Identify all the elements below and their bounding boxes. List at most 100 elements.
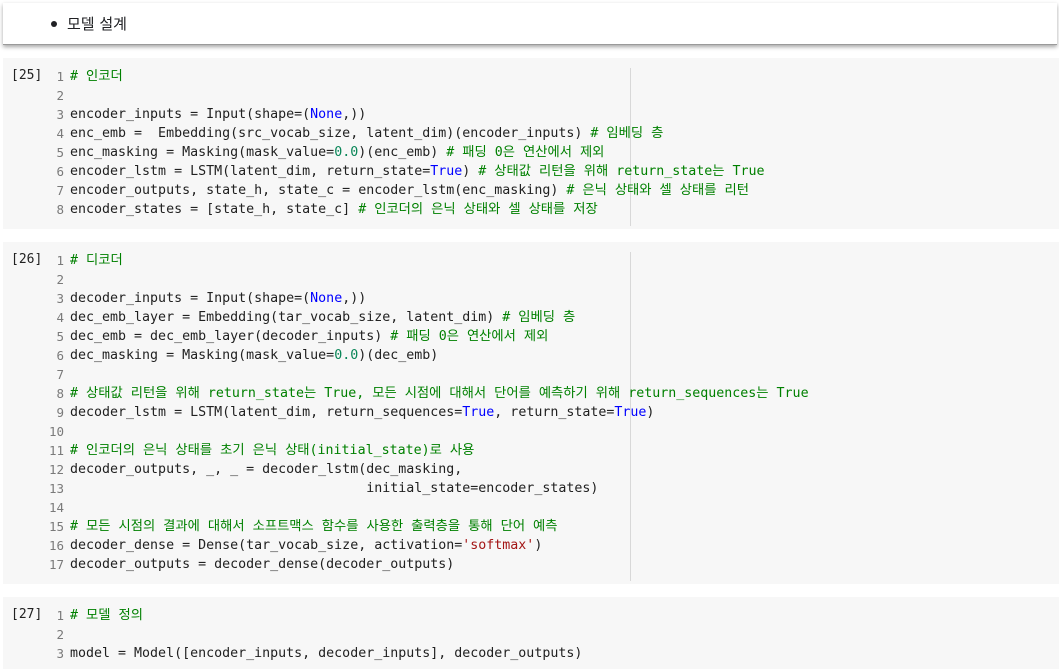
code-text: # 모델 정의: [70, 606, 143, 625]
line-number: 1: [56, 69, 64, 84]
code-token: 'softmax': [462, 538, 535, 553]
line-number: 12: [48, 462, 64, 477]
code-text: # 모든 시점의 결과에 대해서 소프트맥스 함수를 사용한 출력층을 통해 단…: [70, 517, 558, 536]
code-text: # 인코더의 은닉 상태를 초기 은닉 상태(initial_state)로 사…: [70, 441, 474, 460]
code-text: encoder_lstm = LSTM(latent_dim, return_s…: [70, 162, 765, 181]
line-number: 10: [48, 424, 64, 439]
code-comment: # 인코더: [70, 69, 123, 84]
code-comment: # 패딩 0은 연산에서 제외: [390, 329, 549, 344]
code-token: decoder_inputs = Input(shape=(: [70, 291, 311, 306]
code-text: dec_emb = dec_emb_layer(decoder_inputs) …: [70, 327, 548, 346]
line-number: 3: [56, 107, 64, 122]
line-number: 2: [56, 88, 64, 103]
code-token: decoder_dense = Dense(tar_vocab_size, ac…: [70, 538, 463, 553]
code-token: 0.0: [334, 348, 359, 363]
line-number: 6: [56, 164, 64, 179]
line-number: 8: [56, 386, 64, 401]
code-comment: # 모델 정의: [70, 608, 143, 623]
line-number: 7: [56, 183, 64, 198]
code-token: encoder_inputs = Input(shape=(: [70, 107, 311, 122]
code-token: enc_emb = Embedding(src_vocab_size, late…: [70, 126, 591, 141]
line-number: 11: [48, 443, 64, 458]
code-comment: # 상태값 리턴을 위해 return_state는 True: [478, 164, 765, 179]
code-text: decoder_lstm = LSTM(latent_dim, return_s…: [70, 403, 654, 422]
code-token: decoder_outputs, _, _ = decoder_lstm(dec…: [70, 462, 463, 477]
ruler-line: [630, 68, 631, 226]
code-cell-26[interactable]: [26] 1 # 디코더 2 3 decoder_inputs = Input(shap…: [3, 242, 1059, 584]
code-comment: # 모든 시점의 결과에 대해서 소프트맥스 함수를 사용한 출력층을 통해 단…: [70, 519, 558, 534]
code-token: True: [430, 164, 463, 179]
markdown-cell[interactable]: 모델 설계: [3, 3, 1057, 45]
code-token: decoder_lstm = LSTM(latent_dim, return_s…: [70, 405, 463, 420]
code-comment: # 은닉 상태와 셀 상태를 리턴: [566, 183, 749, 198]
code-text: # 인코더: [70, 67, 123, 86]
code-text: encoder_inputs = Input(shape=(None,)): [70, 105, 366, 124]
code-text: # 상태값 리턴을 위해 return_state는 True, 모든 시점에 …: [70, 384, 809, 403]
code-text: initial_state=encoder_states): [70, 479, 598, 498]
code-text: decoder_outputs = decoder_dense(decoder_…: [70, 555, 454, 574]
line-number: 8: [56, 202, 64, 217]
code-token: )(enc_emb): [358, 145, 447, 160]
code-text: encoder_states = [state_h, state_c] # 인코…: [70, 200, 598, 219]
code-token: ): [646, 405, 655, 420]
code-text: decoder_outputs, _, _ = decoder_lstm(dec…: [70, 460, 462, 479]
code-token: ,)): [342, 291, 367, 306]
code-comment: # 임베딩 층: [502, 310, 576, 325]
code-text: model = Model([encoder_inputs, decoder_i…: [70, 644, 582, 663]
code-token: dec_emb_layer = Embedding(tar_vocab_size…: [70, 310, 503, 325]
code-token: )(dec_emb): [358, 348, 439, 363]
line-number: 5: [56, 145, 64, 160]
code-token: None: [310, 291, 343, 306]
line-number: 3: [56, 291, 64, 306]
line-number: 17: [48, 557, 64, 572]
code-text: decoder_inputs = Input(shape=(None,)): [70, 289, 366, 308]
line-number: 2: [56, 272, 64, 287]
line-number: 9: [56, 405, 64, 420]
code-token: encoder_states = [state_h, state_c]: [70, 202, 359, 217]
code-cell-27[interactable]: [27] 1 # 모델 정의 2 3 model = Model([encoder_in…: [3, 597, 1059, 669]
line-number: 7: [56, 367, 64, 382]
bullet-dot-icon: [51, 20, 57, 27]
code-token: encoder_outputs, state_h, state_c = enco…: [70, 183, 567, 198]
code-token: ): [462, 164, 479, 179]
code-token: , return_state=: [494, 405, 615, 420]
code-text: # 디코더: [70, 251, 123, 270]
bullet-text: 모델 설계: [67, 15, 127, 33]
code-token: enc_masking = Masking(mask_value=: [70, 145, 335, 160]
line-number: 6: [56, 348, 64, 363]
line-number: 14: [48, 500, 64, 515]
line-number: 5: [56, 329, 64, 344]
code-token: True: [614, 405, 647, 420]
line-number: 16: [48, 538, 64, 553]
line-number: 2: [56, 627, 64, 642]
code-text: decoder_dense = Dense(tar_vocab_size, ac…: [70, 536, 542, 555]
code-comment: # 인코더의 은닉 상태와 셀 상태를 저장: [358, 202, 598, 217]
code-token: dec_masking = Masking(mask_value=: [70, 348, 335, 363]
code-token: dec_emb = dec_emb_layer(decoder_inputs): [70, 329, 391, 344]
line-number: 4: [56, 126, 64, 141]
bullet-item: 모델 설계: [51, 13, 127, 34]
line-number: 13: [48, 481, 64, 496]
code-token: model = Model([encoder_inputs, decoder_i…: [70, 646, 583, 661]
code-token: 0.0: [334, 145, 359, 160]
code-token: None: [310, 107, 343, 122]
code-text: dec_emb_layer = Embedding(tar_vocab_size…: [70, 308, 575, 327]
code-comment: # 상태값 리턴을 위해 return_state는 True, 모든 시점에 …: [70, 386, 809, 401]
code-comment: # 인코더의 은닉 상태를 초기 은닉 상태(initial_state)로 사…: [70, 443, 475, 458]
code-text: encoder_outputs, state_h, state_c = enco…: [70, 181, 749, 200]
line-number: 15: [48, 519, 64, 534]
line-number: 1: [56, 253, 64, 268]
code-cell-25[interactable]: [25] 1 # 인코더 2 3 encoder_inputs = Input(shap…: [3, 58, 1059, 229]
line-number: 1: [56, 608, 64, 623]
code-comment: # 패딩 0은 연산에서 제외: [446, 145, 605, 160]
code-comment: # 임베딩 층: [590, 126, 664, 141]
code-text: enc_masking = Masking(mask_value=0.0)(en…: [70, 143, 604, 162]
code-text: dec_masking = Masking(mask_value=0.0)(de…: [70, 346, 438, 365]
code-token: True: [462, 405, 495, 420]
code-token: encoder_lstm = LSTM(latent_dim, return_s…: [70, 164, 431, 179]
code-token: ,)): [342, 107, 367, 122]
code-text: enc_emb = Embedding(src_vocab_size, late…: [70, 124, 663, 143]
code-token: initial_state=encoder_states): [70, 481, 599, 496]
code-comment: # 디코더: [70, 253, 123, 268]
line-number: 3: [56, 646, 64, 661]
